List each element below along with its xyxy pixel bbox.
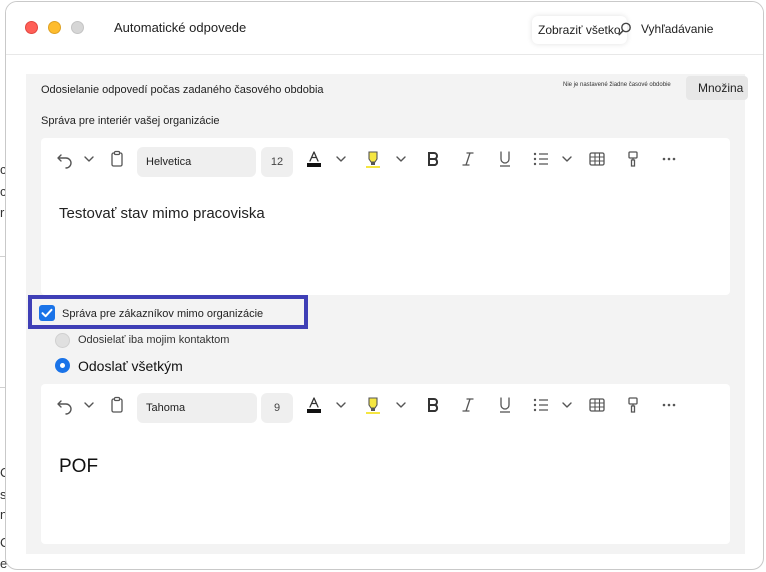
bold-icon[interactable] bbox=[423, 395, 443, 415]
time-period-status: Nie je nastavené žiadne časové obdobie bbox=[563, 82, 671, 88]
table-icon[interactable] bbox=[587, 149, 607, 169]
font-color-icon[interactable] bbox=[304, 395, 324, 415]
external-message-checkbox[interactable] bbox=[39, 305, 55, 321]
send-to-all-radio[interactable] bbox=[55, 358, 70, 373]
italic-icon[interactable] bbox=[458, 149, 478, 169]
external-message-editor[interactable]: Tahoma 9 POF bbox=[41, 384, 730, 544]
chevron-down-icon[interactable] bbox=[79, 149, 99, 169]
bullet-list-icon[interactable] bbox=[531, 149, 551, 169]
clipboard-icon[interactable] bbox=[107, 149, 127, 169]
internal-message-label: Správa pre interiér vašej organizácie bbox=[41, 115, 220, 127]
chevron-down-icon[interactable] bbox=[331, 149, 351, 169]
chevron-down-icon[interactable] bbox=[331, 395, 351, 415]
font-color-icon[interactable] bbox=[304, 149, 324, 169]
set-time-period-button[interactable]: Množina bbox=[686, 76, 748, 100]
close-window-button[interactable] bbox=[25, 21, 38, 34]
background-text-fragment: r bbox=[0, 205, 5, 220]
undo-icon[interactable] bbox=[55, 149, 75, 169]
table-icon[interactable] bbox=[587, 395, 607, 415]
highlighter-icon[interactable] bbox=[363, 395, 383, 415]
underline-icon[interactable] bbox=[495, 149, 515, 169]
chevron-down-icon[interactable] bbox=[79, 395, 99, 415]
font-family-select[interactable]: Tahoma bbox=[137, 393, 257, 423]
undo-icon[interactable] bbox=[55, 395, 75, 415]
format-painter-icon[interactable] bbox=[623, 395, 643, 415]
time-period-label: Odosielanie odpovedí počas zadaného časo… bbox=[41, 84, 324, 96]
window-title: Automatické odpovede bbox=[114, 20, 247, 35]
chevron-down-icon[interactable] bbox=[557, 149, 577, 169]
external-message-text[interactable]: POF bbox=[59, 456, 98, 478]
internal-message-text[interactable]: Testovať stav mimo pracoviska bbox=[59, 205, 265, 222]
clipboard-icon[interactable] bbox=[107, 395, 127, 415]
external-message-option[interactable]: Správa pre zákazníkov mimo organizácie bbox=[28, 295, 308, 329]
format-painter-icon[interactable] bbox=[623, 149, 643, 169]
minimize-window-button[interactable] bbox=[48, 21, 61, 34]
chevron-down-icon[interactable] bbox=[391, 149, 411, 169]
auto-replies-window: Automatické odpovede Zobraziť všetko Vyh… bbox=[5, 1, 764, 570]
external-message-label: Správa pre zákazníkov mimo organizácie bbox=[62, 308, 264, 320]
underline-icon[interactable] bbox=[495, 395, 515, 415]
highlighter-icon[interactable] bbox=[363, 149, 383, 169]
send-to-contacts-label[interactable]: Odosielať iba mojim kontaktom bbox=[78, 334, 229, 346]
chevron-down-icon[interactable] bbox=[391, 395, 411, 415]
more-options-icon[interactable] bbox=[659, 149, 679, 169]
search-field[interactable]: Vyhľadávanie bbox=[641, 22, 713, 36]
title-bar: Automatické odpovede Zobraziť všetko Vyh… bbox=[6, 2, 763, 55]
more-options-icon[interactable] bbox=[659, 395, 679, 415]
chevron-down-icon[interactable] bbox=[557, 395, 577, 415]
font-size-select[interactable]: 12 bbox=[261, 147, 293, 177]
send-to-contacts-radio[interactable] bbox=[55, 333, 70, 348]
bold-icon[interactable] bbox=[423, 149, 443, 169]
font-family-select[interactable]: Helvetica bbox=[137, 147, 256, 177]
send-to-all-label[interactable]: Odoslať všetkým bbox=[78, 358, 183, 374]
show-all-button[interactable]: Zobraziť všetko bbox=[532, 16, 627, 44]
zoom-window-button[interactable] bbox=[71, 21, 84, 34]
font-size-select[interactable]: 9 bbox=[261, 393, 293, 423]
bullet-list-icon[interactable] bbox=[531, 395, 551, 415]
search-icon[interactable] bbox=[618, 22, 632, 36]
italic-icon[interactable] bbox=[458, 395, 478, 415]
internal-message-editor[interactable]: Helvetica 12 Testovať stav mimo pracovis… bbox=[41, 138, 730, 295]
